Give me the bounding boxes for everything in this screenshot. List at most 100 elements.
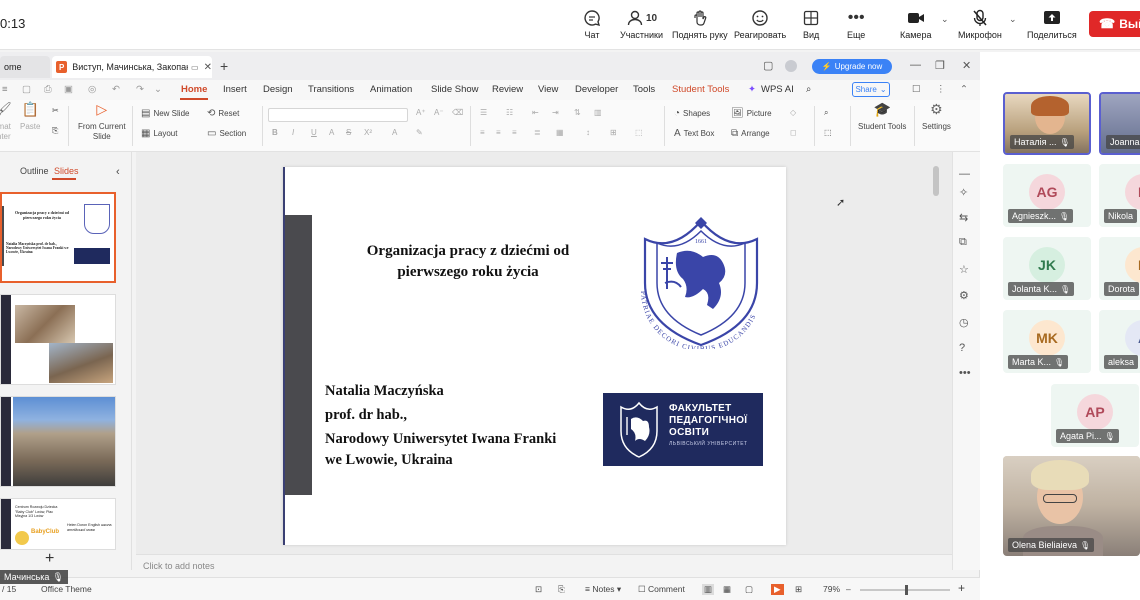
increase-indent-icon[interactable]: ⇥ <box>552 108 559 117</box>
slide-sorter-icon[interactable]: ▦ <box>723 584 731 595</box>
collapse-toolbar-icon[interactable]: — <box>959 168 970 180</box>
copy-style-icon[interactable]: ⧉ <box>959 236 967 249</box>
collapse-panel-icon[interactable]: ‹ <box>116 166 120 178</box>
close-window-icon[interactable]: ✕ <box>962 59 971 72</box>
copy-icon[interactable]: ⎘ <box>52 126 58 136</box>
format-painter-button[interactable]: 🖌 rmat inter <box>0 102 12 142</box>
underline-icon[interactable]: U <box>311 128 317 137</box>
menu-insert[interactable]: Insert <box>223 84 247 95</box>
menu-review[interactable]: Review <box>492 84 523 95</box>
font-family-select[interactable] <box>268 108 408 122</box>
select-icon[interactable]: ⬚ <box>824 128 832 137</box>
settings-button[interactable]: ⚙ Settings <box>922 102 951 132</box>
history-icon[interactable]: ◷ <box>959 316 969 329</box>
upgrade-now-button[interactable]: ⚡ Upgrade now <box>812 59 892 74</box>
slide-title[interactable]: Organizacja pracy z dziećmi od pierwszeg… <box>343 241 593 283</box>
menu-icon[interactable]: ≡ <box>2 84 8 95</box>
close-tab-icon[interactable]: ✕ <box>204 62 212 73</box>
more-options-icon[interactable]: ⋮ <box>936 84 946 95</box>
quick-access-caret-icon[interactable]: ⌄ <box>154 84 162 95</box>
restore-icon[interactable]: ❐ <box>935 59 945 72</box>
columns-icon[interactable]: ▥ <box>594 108 602 117</box>
collapse-ribbon-icon[interactable]: ⌃ <box>960 84 968 95</box>
align-left-icon[interactable]: ≡ <box>480 128 485 137</box>
more-button[interactable]: ••• Еще <box>847 6 865 40</box>
text-align-icon[interactable]: ⊞ <box>610 128 617 137</box>
participant-tile[interactable]: D Dorota <box>1099 237 1140 300</box>
justify-icon[interactable]: ≣ <box>534 128 541 137</box>
shapes-button[interactable]: ◔ Shapes <box>674 108 710 119</box>
canvas-scrollbar[interactable] <box>933 166 939 196</box>
slide-thumbnail[interactable]: Centrum Rozwoju Dziecka "Baby Club" Lwów… <box>0 498 116 550</box>
participant-tile[interactable]: JK Jolanta K... 🎙 <box>1003 237 1091 300</box>
current-slide[interactable]: Organizacja pracy z dziećmi od pierwszeg… <box>283 167 786 545</box>
decrease-font-icon[interactable]: A⁻ <box>434 108 444 117</box>
mic-button[interactable]: Микрофон <box>958 6 1002 40</box>
cut-icon[interactable]: ✂ <box>52 106 59 115</box>
zoom-level[interactable]: 79% <box>823 584 840 594</box>
favorite-icon[interactable]: ☆ <box>959 263 969 276</box>
participant-tile[interactable]: Joanna <box>1099 92 1140 155</box>
distribute-icon[interactable]: ▦ <box>556 128 564 137</box>
menu-home[interactable]: Home <box>181 84 207 95</box>
chat-button[interactable]: Чат <box>583 6 601 40</box>
menu-developer[interactable]: Developer <box>575 84 618 95</box>
camera-options-caret-icon[interactable]: ⌄ <box>941 14 949 25</box>
superscript-icon[interactable]: X² <box>364 128 372 137</box>
participant-tile[interactable]: Olena Bieliaieva 🎙 <box>1003 456 1140 556</box>
comment-icon[interactable]: ☐ <box>912 84 921 95</box>
layout-button[interactable]: ▦ Layout <box>141 128 177 139</box>
share-button[interactable]: Share ⌄ <box>852 82 890 97</box>
bold-icon[interactable]: B <box>272 128 278 137</box>
normal-view-icon[interactable]: ▥ <box>702 584 715 595</box>
auto-fit-icon[interactable]: ⊞ <box>795 584 802 595</box>
comment-toggle[interactable]: ☐ Comment <box>638 584 685 595</box>
slide-thumbnail[interactable]: Organizacja pracy z dziećmi od pierwszeg… <box>0 192 116 283</box>
window-view-icon[interactable]: ▢ <box>763 59 773 72</box>
quick-export-icon[interactable]: ▣ <box>64 84 73 95</box>
slide-thumbnail[interactable] <box>0 396 116 487</box>
menu-student-tools[interactable]: Student Tools <box>672 84 729 95</box>
paste-button[interactable]: 📋 Paste <box>20 102 40 132</box>
view-button[interactable]: Вид <box>803 6 819 40</box>
numbering-icon[interactable]: ☷ <box>506 108 513 117</box>
share-screen-button[interactable]: Поделиться <box>1027 6 1077 40</box>
menu-slide-show[interactable]: Slide Show <box>431 84 479 95</box>
align-center-icon[interactable]: ≡ <box>496 128 501 137</box>
line-spacing-icon[interactable]: ↕ <box>586 128 590 137</box>
author-name[interactable]: Natalia Maczyńska <box>325 383 444 400</box>
quick-print-icon[interactable]: ⎙ <box>44 84 52 95</box>
search-icon[interactable]: ⌕ <box>806 84 811 95</box>
participant-tile[interactable]: Наталія ... 🎙 <box>1003 92 1091 155</box>
tab-home[interactable]: ome <box>0 56 50 78</box>
zoom-in-icon[interactable]: + <box>958 581 965 595</box>
decrease-indent-icon[interactable]: ⇤ <box>532 108 539 117</box>
fit-icon[interactable]: ⊡ <box>535 584 542 595</box>
animation-tool-icon[interactable]: ✧ <box>959 186 968 199</box>
participant-tile[interactable]: MK Marta K... 🎙 <box>1003 310 1091 373</box>
menu-transitions[interactable]: Transitions <box>308 84 354 95</box>
text-direction-icon[interactable]: ⇅ <box>574 108 581 117</box>
reset-button[interactable]: ⟲ Reset <box>207 108 239 119</box>
highlight-icon[interactable]: ✎ <box>416 128 423 137</box>
slide-thumbnail[interactable] <box>0 294 116 385</box>
menu-tools[interactable]: Tools <box>633 84 655 95</box>
participant-tile[interactable]: AG Agnieszk... 🎙 <box>1003 164 1091 227</box>
menu-view[interactable]: View <box>538 84 558 95</box>
align-right-icon[interactable]: ≡ <box>512 128 517 137</box>
menu-design[interactable]: Design <box>263 84 293 95</box>
mic-options-caret-icon[interactable]: ⌄ <box>1009 14 1017 25</box>
transition-tool-icon[interactable]: ⇆ <box>959 211 968 224</box>
redo-icon[interactable]: ↷ <box>136 84 144 95</box>
react-button[interactable]: Реагировать <box>734 6 786 40</box>
zoom-out-icon[interactable]: – <box>846 584 851 594</box>
minimize-icon[interactable]: — <box>910 59 921 71</box>
participants-button[interactable]: 10 Участники <box>620 6 663 40</box>
zoom-slider-handle[interactable] <box>905 585 908 595</box>
add-slide-icon[interactable]: + <box>45 550 54 568</box>
tab-document[interactable]: P Виступ, Мачинська, Закопане ▭ ✕ <box>52 56 212 78</box>
menu-wps-ai[interactable]: WPS AI <box>761 84 794 95</box>
account-avatar-icon[interactable] <box>785 60 797 72</box>
outline-icon[interactable]: ◻ <box>790 128 797 137</box>
undo-icon[interactable]: ↶ <box>112 84 120 95</box>
